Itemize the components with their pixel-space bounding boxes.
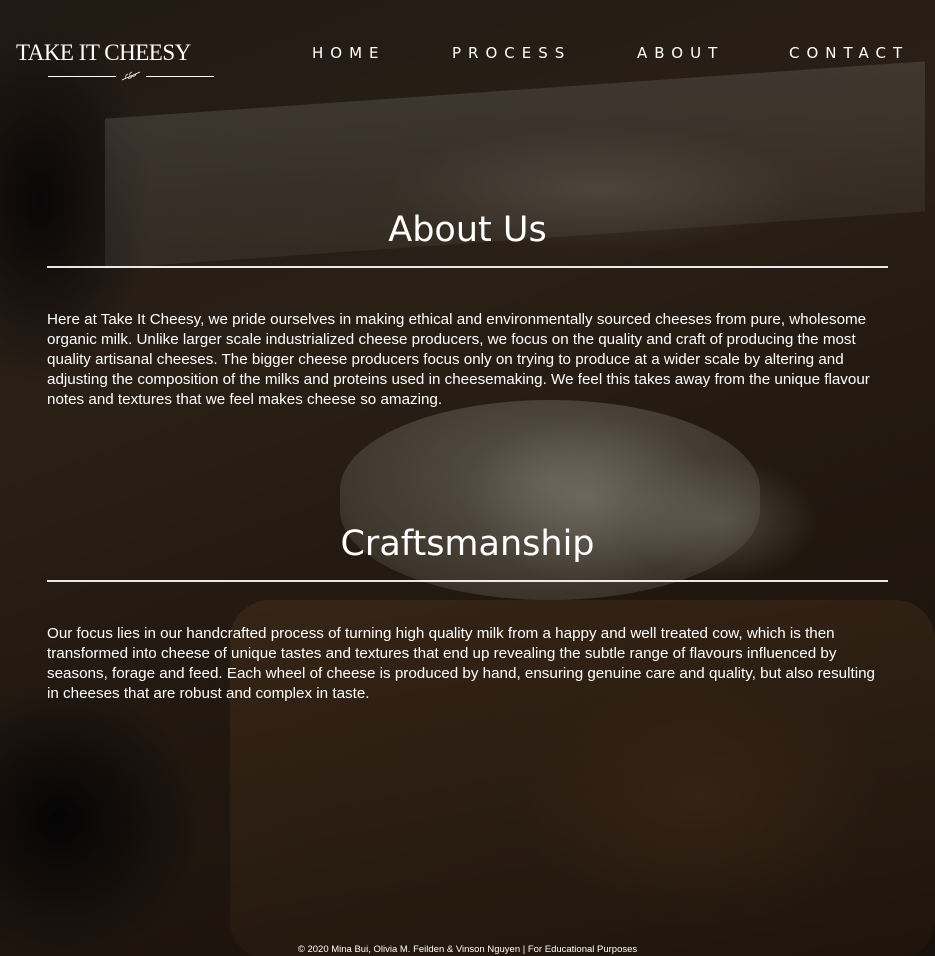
about-text: Here at Take It Cheesy, we pride ourselv… <box>47 311 870 408</box>
nav-process[interactable]: PROCESS <box>452 44 571 62</box>
nav-home[interactable]: HOME <box>312 44 386 62</box>
craftsmanship-text: Our focus lies in our handcrafted proces… <box>47 625 875 702</box>
about-page: TAKE IT CHEESY HOME PROCESS ABOUT CONTAC… <box>0 0 935 956</box>
craftsmanship-divider <box>47 580 888 582</box>
logo-divider <box>48 70 214 82</box>
site-header: TAKE IT CHEESY HOME PROCESS ABOUT CONTAC… <box>0 0 935 100</box>
craftsmanship-title: Craftsmanship <box>340 524 595 564</box>
sprig-icon <box>121 71 141 81</box>
about-divider <box>47 266 888 268</box>
footer-copyright: © 2020 Mina Bui, Olivia M. Feilden & Vin… <box>297 944 638 955</box>
nav-about[interactable]: ABOUT <box>637 44 724 62</box>
background-overlay <box>0 0 935 956</box>
about-title: About Us <box>388 210 547 250</box>
logo-rule-right <box>146 76 214 77</box>
site-footer: © 2020 Mina Bui, Olivia M. Feilden & Vin… <box>0 944 935 955</box>
main-nav: HOME PROCESS ABOUT CONTACT <box>0 44 935 66</box>
nav-contact[interactable]: CONTACT <box>789 44 909 62</box>
logo-rule-left <box>48 76 116 77</box>
